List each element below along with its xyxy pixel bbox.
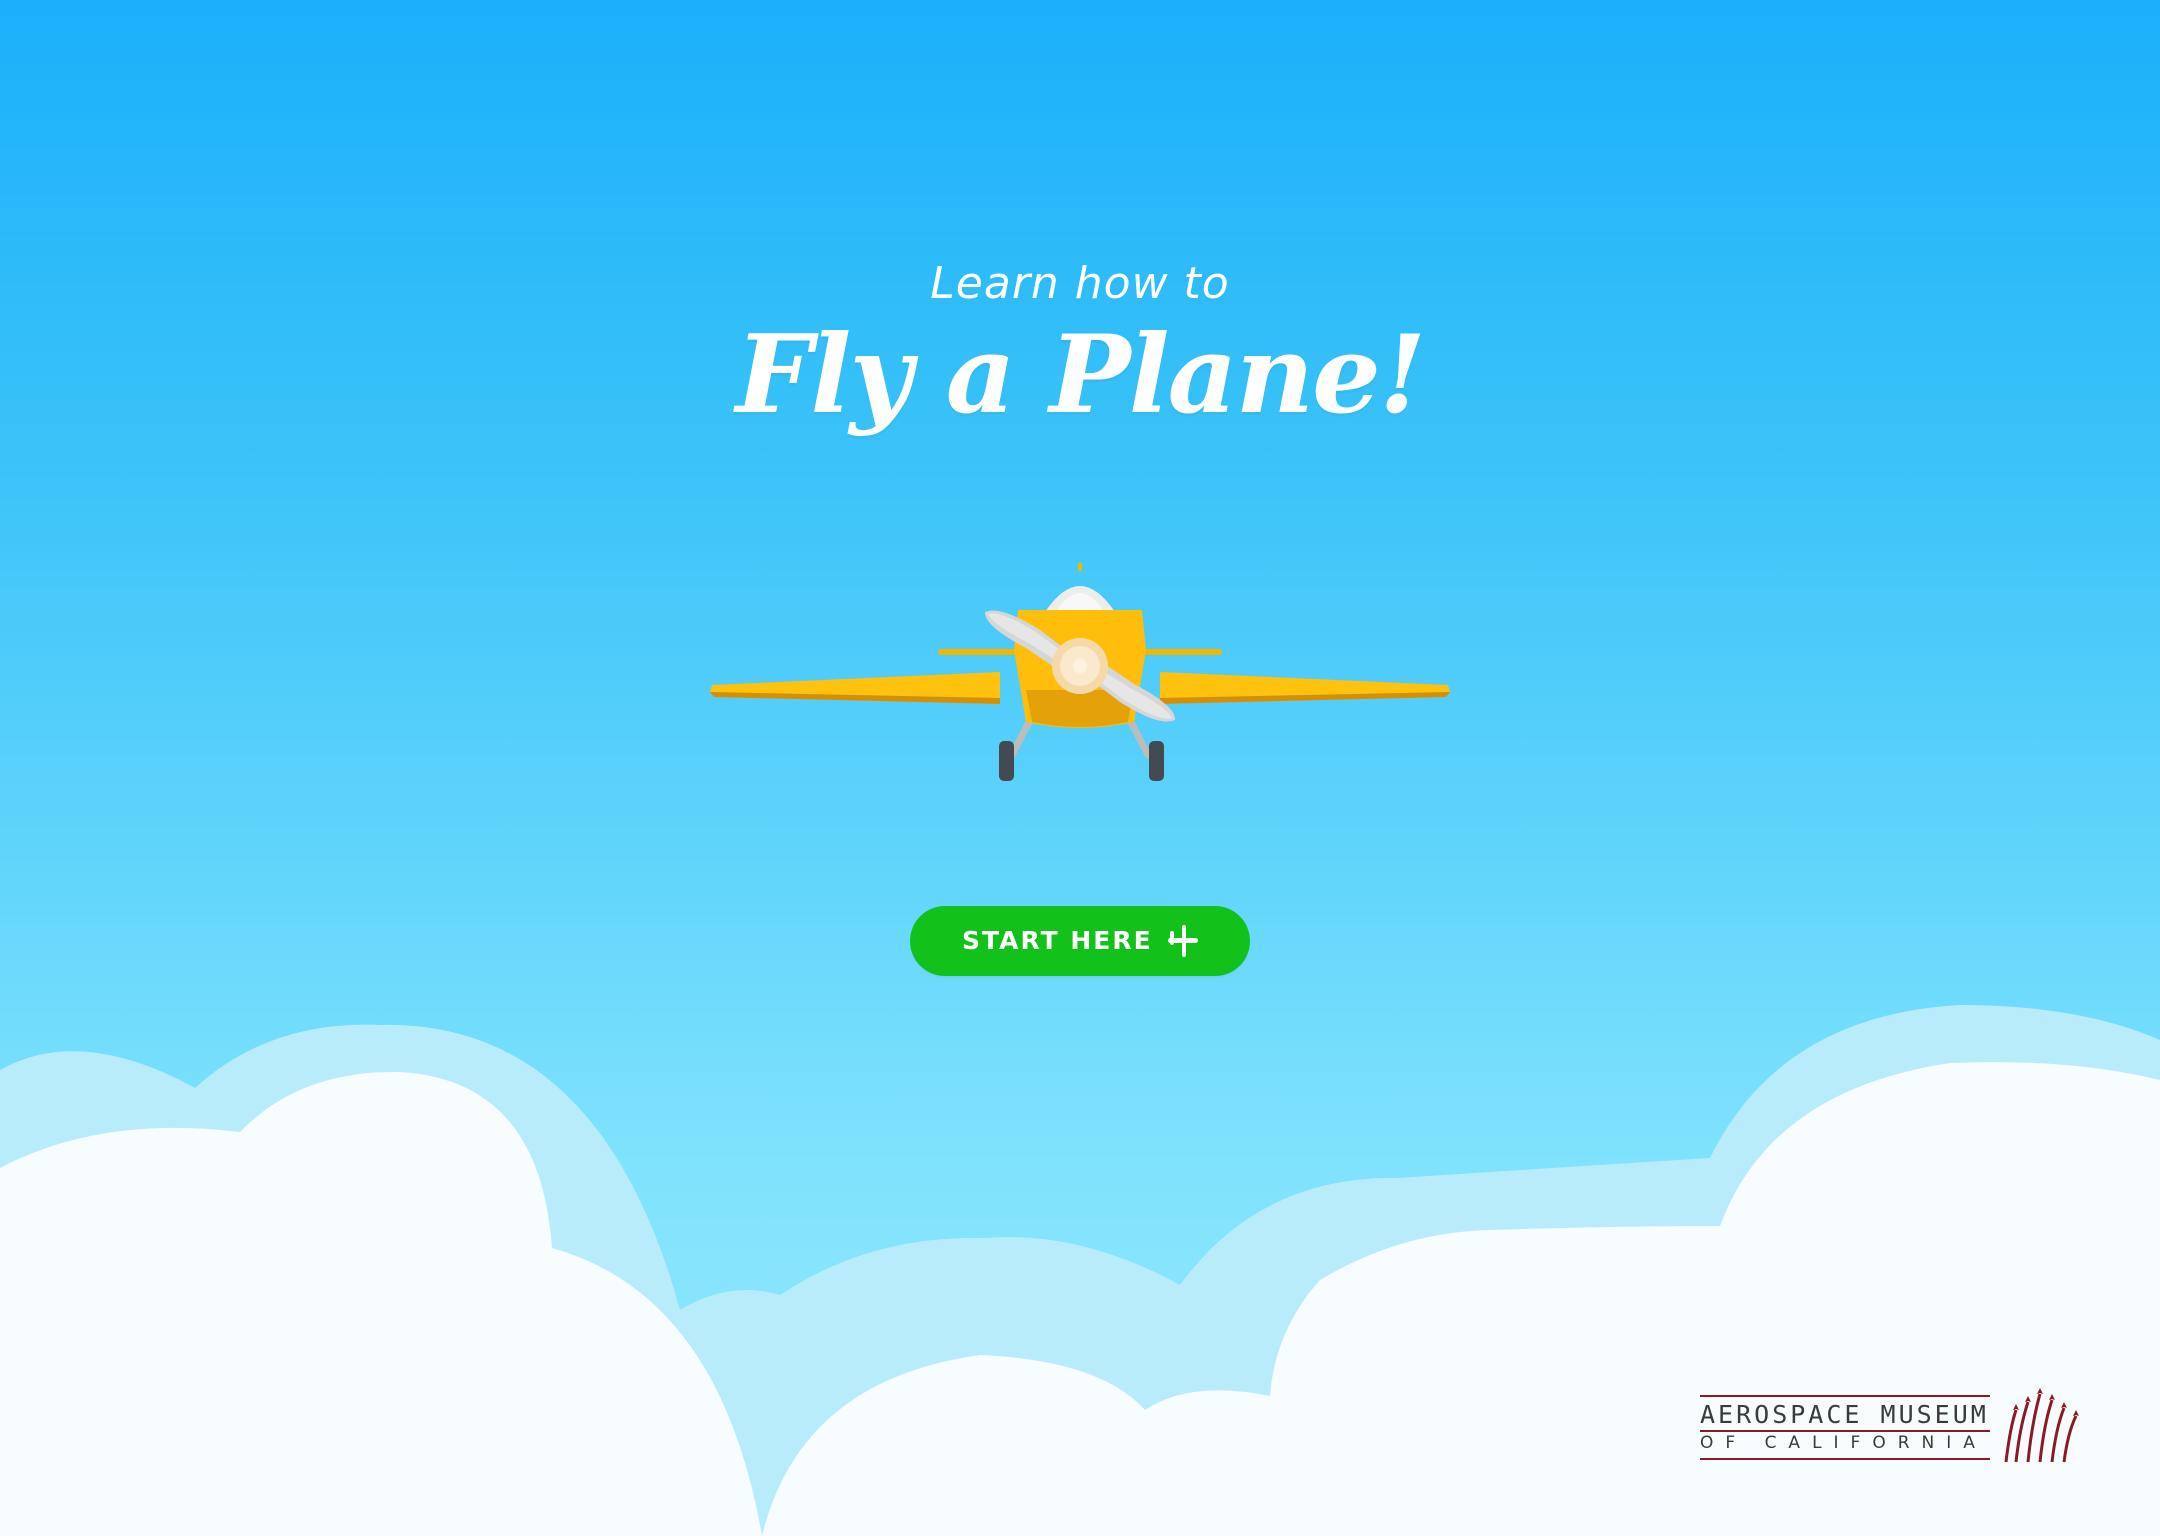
airplane-icon [1168, 925, 1198, 957]
hero-subtitle: Learn how to [930, 258, 1230, 309]
logo-rule [1700, 1395, 1990, 1397]
logo-line2: OF CALIFORNIA [1700, 1433, 1987, 1453]
jet-formation-emblem-icon [2004, 1388, 2079, 1463]
logo-line1: AEROSPACE MUSEUM [1700, 1400, 1989, 1429]
start-here-button[interactable]: START HERE [910, 906, 1250, 976]
landing-screen: Learn how to Fly a Plane! START HERE AER… [0, 0, 2160, 1536]
logo-rule [1700, 1430, 1990, 1432]
airplane-illustration [710, 563, 1450, 781]
museum-logo: AEROSPACE MUSEUM OF CALIFORNIA [1696, 1388, 2092, 1468]
start-here-label: START HERE [962, 926, 1153, 955]
hero-title: Fly a Plane! [735, 312, 1427, 438]
logo-rule [1700, 1458, 1990, 1460]
